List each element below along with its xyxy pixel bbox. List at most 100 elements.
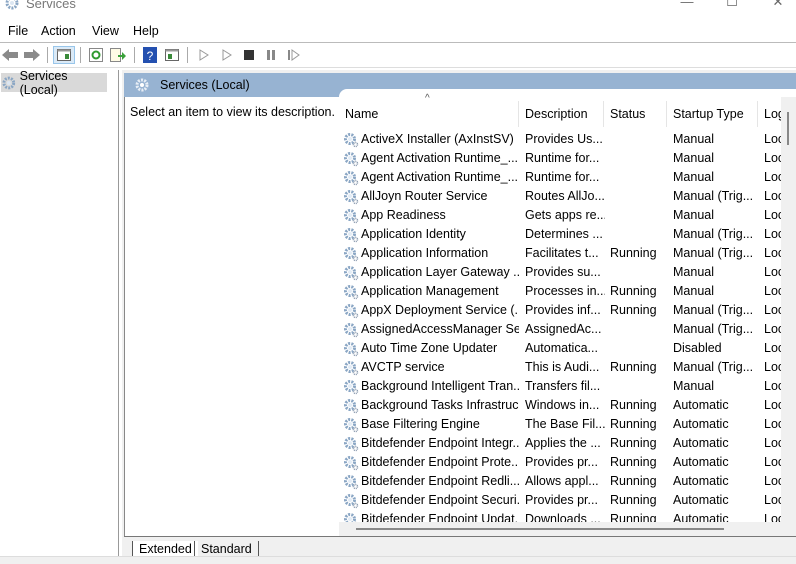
service-startup-type: Manual [673, 265, 714, 279]
service-startup-type: Manual (Trig... [673, 360, 754, 374]
window-title: Services [26, 0, 76, 11]
export-list-icon [110, 48, 126, 62]
service-description: Determines ... [525, 227, 603, 241]
service-startup-type: Manual [673, 151, 714, 165]
service-startup-type: Automatic [673, 417, 729, 431]
stop-service-button[interactable] [239, 46, 259, 64]
service-description: Runtime for... [525, 170, 600, 184]
help-button[interactable]: ? [140, 46, 160, 64]
service-gear-icon [344, 266, 359, 281]
column-header-name[interactable]: Name [339, 101, 519, 127]
tree-item-label: Services (Local) [19, 68, 68, 97]
pause-service-button[interactable] [261, 46, 281, 64]
service-description: AssignedAc... [525, 322, 602, 336]
service-description: Facilitates t... [525, 246, 599, 260]
restart-icon [288, 49, 300, 61]
menu-help[interactable]: Help [133, 24, 159, 38]
table-row[interactable]: Application Management Processes in... Run… [339, 282, 784, 301]
maximize-button[interactable]: ☐ [717, 0, 747, 12]
list-header: ^ Name Description Status Startup Type L… [339, 93, 785, 127]
tree-item-services-local[interactable]: Services (Local) [1, 69, 107, 97]
pause-icon [267, 50, 275, 60]
refresh-button[interactable] [86, 46, 106, 64]
service-description: Provides pr... [525, 493, 598, 507]
service-startup-type: Automatic [673, 436, 729, 450]
table-row[interactable]: Bitdefender Endpoint Integr... Applies th… [339, 434, 784, 453]
service-name: Application Information [361, 246, 489, 260]
start-service-button[interactable] [194, 46, 214, 64]
table-row[interactable]: AssignedAccessManager Se... AssignedAc...… [339, 320, 784, 339]
service-description: Routes AllJo... [525, 189, 605, 203]
start-service-alt-button[interactable] [217, 46, 237, 64]
table-row[interactable]: Bitdefender Endpoint Redli... Allows appl… [339, 472, 784, 491]
service-name: Application Layer Gateway ... [361, 265, 519, 279]
export-list-button[interactable] [108, 46, 128, 64]
back-button[interactable] [0, 46, 20, 64]
service-startup-type: Automatic [673, 474, 729, 488]
service-name: Application Management [361, 284, 499, 298]
service-gear-icon [344, 418, 359, 433]
show-hide-action-pane-button[interactable] [162, 46, 182, 64]
table-row[interactable]: Base Filtering Engine The Base Fil... Runn… [339, 415, 784, 434]
minimize-button[interactable]: — [672, 0, 702, 12]
service-name: ActiveX Installer (AxInstSV) [361, 132, 514, 146]
toolbar-separator [80, 47, 81, 63]
table-row[interactable]: Agent Activation Runtime_... Runtime for.… [339, 168, 784, 187]
service-description: Provides pr... [525, 455, 598, 469]
service-status: Running [610, 360, 657, 374]
table-row[interactable]: Auto Time Zone Updater Automatica... Disab… [339, 339, 784, 358]
service-name: Bitdefender Endpoint Redli... [361, 474, 519, 488]
table-row[interactable]: AVCTP service This is Audi... Running Manua… [339, 358, 784, 377]
service-gear-icon [344, 209, 359, 224]
menu-file[interactable]: File [8, 24, 28, 38]
table-row[interactable]: AppX Deployment Service (... Provides inf… [339, 301, 784, 320]
horizontal-scrollbar[interactable] [339, 522, 796, 536]
show-hide-console-tree-button[interactable] [53, 46, 75, 64]
menu-action[interactable]: Action [41, 24, 76, 38]
services-gear-icon [135, 78, 149, 92]
service-status [610, 263, 670, 282]
table-row[interactable]: Application Layer Gateway ... Provides su… [339, 263, 784, 282]
service-description: Processes in... [525, 284, 605, 298]
service-status: Running [610, 303, 657, 317]
service-gear-icon [344, 323, 359, 338]
refresh-icon [89, 48, 103, 62]
service-description: Automatica... [525, 341, 598, 355]
table-row[interactable]: Bitdefender Endpoint Securi... Provides p… [339, 491, 784, 510]
vertical-scrollbar[interactable] [781, 97, 796, 522]
toolbar-separator [187, 47, 188, 63]
horizontal-scroll-thumb[interactable] [356, 528, 724, 530]
service-status: Running [610, 246, 657, 260]
service-status [610, 130, 670, 149]
console-tree: Services (Local) [0, 69, 119, 563]
forward-button[interactable] [22, 46, 42, 64]
table-row[interactable]: Application Information Facilitates t... R… [339, 244, 784, 263]
help-icon: ? [143, 47, 157, 63]
toolbar: ? [0, 43, 796, 68]
service-name: AllJoyn Router Service [361, 189, 488, 203]
vertical-scroll-thumb[interactable] [787, 112, 789, 145]
service-gear-icon [344, 247, 359, 262]
table-row[interactable]: App ReadinessGets apps re...ManualLoca [339, 206, 784, 225]
column-header-description[interactable]: Description [519, 101, 604, 127]
service-description: Provides Us... [525, 132, 603, 146]
table-row[interactable]: ActiveX Installer (AxInstSV) Provides Us.… [339, 130, 784, 149]
service-startup-type: Manual (Trig... [673, 227, 754, 241]
table-row[interactable]: Bitdefender Endpoint Prote... Provides pr… [339, 453, 784, 472]
column-header-status[interactable]: Status [604, 101, 667, 127]
table-row[interactable]: Background Tasks Infrastruc... Windows in… [339, 396, 784, 415]
table-row[interactable]: Application Identity Determines ... Manual… [339, 225, 784, 244]
column-header-startup-type[interactable]: Startup Type [667, 101, 758, 127]
service-startup-type: Manual (Trig... [673, 322, 754, 336]
service-description: Allows appl... [525, 474, 599, 488]
close-button[interactable]: ✕ [763, 0, 793, 12]
service-description: Applies the ... [525, 436, 601, 450]
restart-service-button[interactable] [284, 46, 304, 64]
service-status: Running [610, 474, 657, 488]
table-row[interactable]: Agent Activation Runtime_... Runtime for.… [339, 149, 784, 168]
table-row[interactable]: Background Intelligent Tran... Transfers … [339, 377, 784, 396]
table-row[interactable]: AllJoyn Router Service Routes AllJo... Man… [339, 187, 784, 206]
service-gear-icon [344, 152, 359, 167]
service-status [610, 206, 670, 225]
menu-view[interactable]: View [92, 24, 119, 38]
